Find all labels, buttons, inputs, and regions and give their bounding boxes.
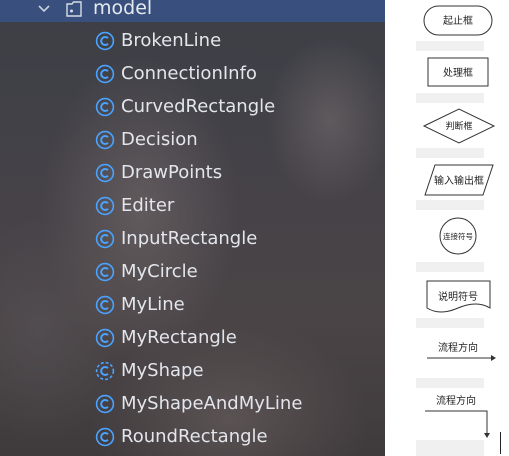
screen: model BrokenLine ConnectionInfo CurvedRe…	[0, 0, 509, 456]
class-icon	[95, 64, 115, 84]
tree-item-label: MyLine	[121, 294, 185, 315]
class-icon	[95, 328, 115, 348]
class-icon	[95, 427, 115, 447]
tree-item-mycircle[interactable]: MyCircle	[0, 256, 385, 289]
tree-item-brokenline[interactable]: BrokenLine	[0, 25, 385, 58]
process-shape[interactable]: 处理框	[427, 57, 489, 87]
flow-elbow-shape[interactable]: 流程方向	[425, 394, 490, 438]
tree-item-label: BrokenLine	[121, 30, 222, 51]
decision-label: 判断框	[445, 120, 472, 132]
tree-item-editer[interactable]: Editer	[0, 190, 385, 223]
io-label: 输入输出框	[434, 174, 484, 187]
package-label: model	[93, 0, 153, 19]
terminator-shape[interactable]: 起止框	[423, 5, 493, 36]
tree-item-label: MyCircle	[121, 261, 198, 282]
connector-label: 连接符号	[443, 231, 473, 241]
tree-item-decision[interactable]: Decision	[0, 124, 385, 157]
package-folder-icon	[66, 1, 82, 17]
class-icon	[95, 229, 115, 249]
class-icon	[95, 163, 115, 183]
text-cursor	[500, 432, 501, 454]
tree-item-label: MyRectangle	[121, 327, 237, 348]
tree-item-label: Decision	[121, 129, 198, 150]
chevron-down-icon[interactable]	[36, 1, 52, 17]
tree-item-myrectangle[interactable]: MyRectangle	[0, 322, 385, 355]
class-icon	[95, 97, 115, 117]
tree-item-roundrectangle[interactable]: RoundRectangle	[0, 421, 385, 454]
tree-item-label: CurvedRectangle	[121, 96, 276, 117]
tree-item-myline[interactable]: MyLine	[0, 289, 385, 322]
tree-item-label: InputRectangle	[121, 228, 258, 249]
tree-item-label: MyShape	[121, 360, 204, 381]
decision-shape[interactable]: 判断框	[422, 108, 496, 144]
tree-item-inputrectangle[interactable]: InputRectangle	[0, 223, 385, 256]
tree-item-myshape[interactable]: MyShape	[0, 355, 385, 388]
package-row-model[interactable]: model	[0, 0, 385, 22]
class-icon	[95, 394, 115, 414]
class-icon	[95, 130, 115, 150]
tree-item-curvedrectangle[interactable]: CurvedRectangle	[0, 91, 385, 124]
tree-item-label: ConnectionInfo	[121, 63, 257, 84]
tree-item-connectioninfo[interactable]: ConnectionInfo	[0, 58, 385, 91]
tree-item-drawpoints[interactable]: DrawPoints	[0, 157, 385, 190]
palette-canvas: 起止框 处理框 判断框 输入输出框 连接符号 说明符号 流程方向 流程方向	[422, 5, 496, 438]
document-shape[interactable]: 说明符号	[426, 280, 491, 313]
tree-item-myshapeandmyline[interactable]: MyShapeAndMyLine	[0, 388, 385, 421]
tree-item-label: DrawPoints	[121, 162, 223, 183]
flow-horizontal-label: 流程方向	[438, 341, 478, 354]
class-icon	[95, 295, 115, 315]
flow-elbow-label: 流程方向	[436, 394, 476, 407]
document-label: 说明符号	[438, 290, 478, 303]
project-tree: model BrokenLine ConnectionInfo CurvedRe…	[0, 0, 385, 456]
tree-item-label: MyShapeAndMyLine	[121, 393, 303, 414]
tree-item-label: Editer	[121, 195, 175, 216]
shape-palette: 起止框 处理框 判断框 输入输出框 连接符号 说明符号 流程方向 流程方向	[385, 0, 509, 456]
terminator-label: 起止框	[443, 14, 473, 27]
connector-shape[interactable]: 连接符号	[439, 217, 477, 255]
class-list: BrokenLine ConnectionInfo CurvedRectangl…	[0, 25, 385, 454]
abstract-class-icon	[95, 361, 115, 381]
io-shape[interactable]: 输入输出框	[424, 164, 494, 196]
class-icon	[95, 262, 115, 282]
tree-item-label: RoundRectangle	[121, 426, 268, 447]
class-icon	[95, 196, 115, 216]
flow-horizontal-shape[interactable]: 流程方向	[427, 341, 496, 361]
process-label: 处理框	[443, 66, 473, 79]
class-icon	[95, 31, 115, 51]
